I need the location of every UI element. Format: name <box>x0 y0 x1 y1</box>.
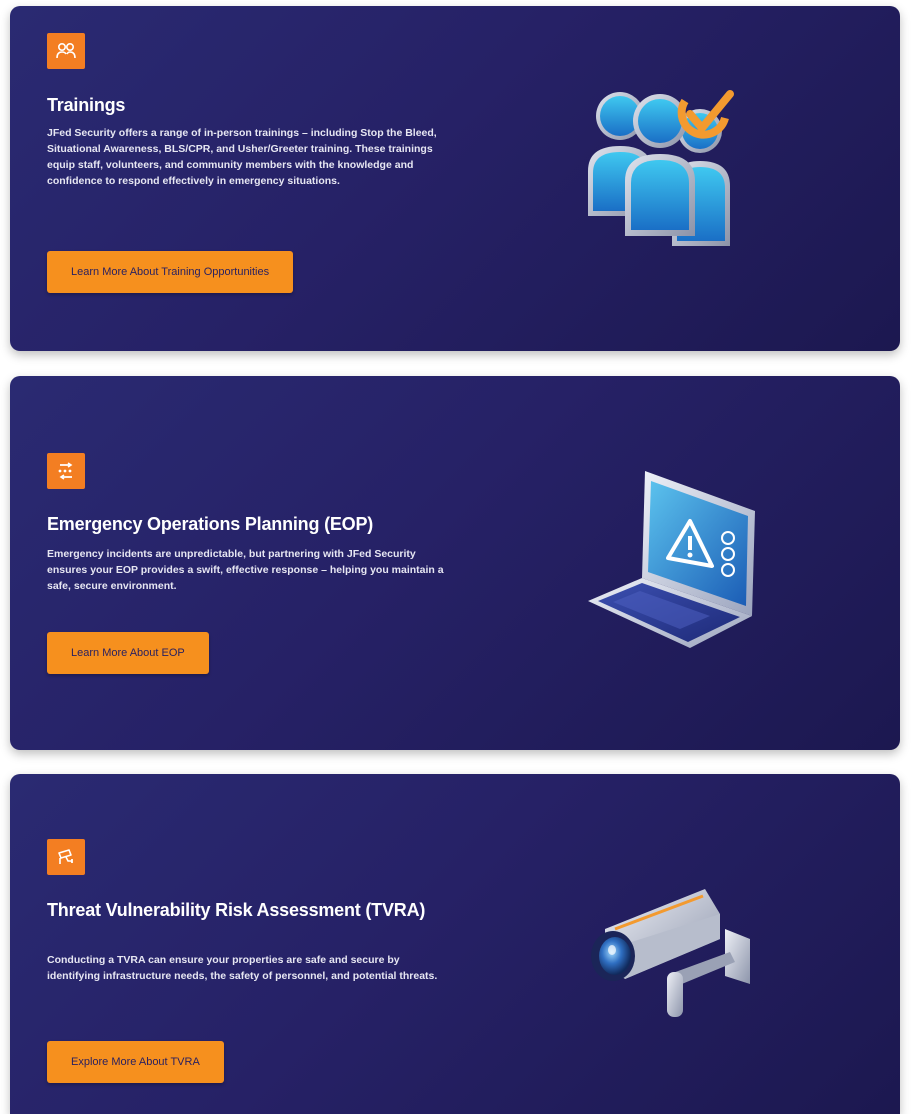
card-title: Emergency Operations Planning (EOP) <box>47 514 374 534</box>
learn-more-trainings-button[interactable]: Learn More About Training Opportunities <box>47 251 294 293</box>
card-description: Emergency incidents are unpredictable, b… <box>47 548 444 592</box>
cctv-icon <box>47 839 85 875</box>
route-icon <box>47 453 85 489</box>
tvra-card: Threat Vulnerability Risk Assessment (TV… <box>10 774 900 1114</box>
card-title: Trainings <box>47 95 126 115</box>
card-title: Threat Vulnerability Risk Assessment (TV… <box>47 900 426 920</box>
security-camera-illustration <box>591 889 750 1017</box>
laptop-warning-illustration <box>588 471 755 648</box>
people-icon <box>47 33 85 69</box>
explore-more-tvra-button[interactable]: Explore More About TVRA <box>47 1041 224 1083</box>
trainings-card: Trainings JFed Security offers a range o… <box>10 6 900 351</box>
people-with-checkmark-illustration <box>588 90 734 246</box>
card-description: JFed Security offers a range of in-perso… <box>47 127 437 187</box>
learn-more-eop-button[interactable]: Learn More About EOP <box>47 632 209 674</box>
card-description: Conducting a TVRA can ensure your proper… <box>47 954 438 982</box>
eop-card: Emergency Operations Planning (EOP) Emer… <box>10 376 900 750</box>
